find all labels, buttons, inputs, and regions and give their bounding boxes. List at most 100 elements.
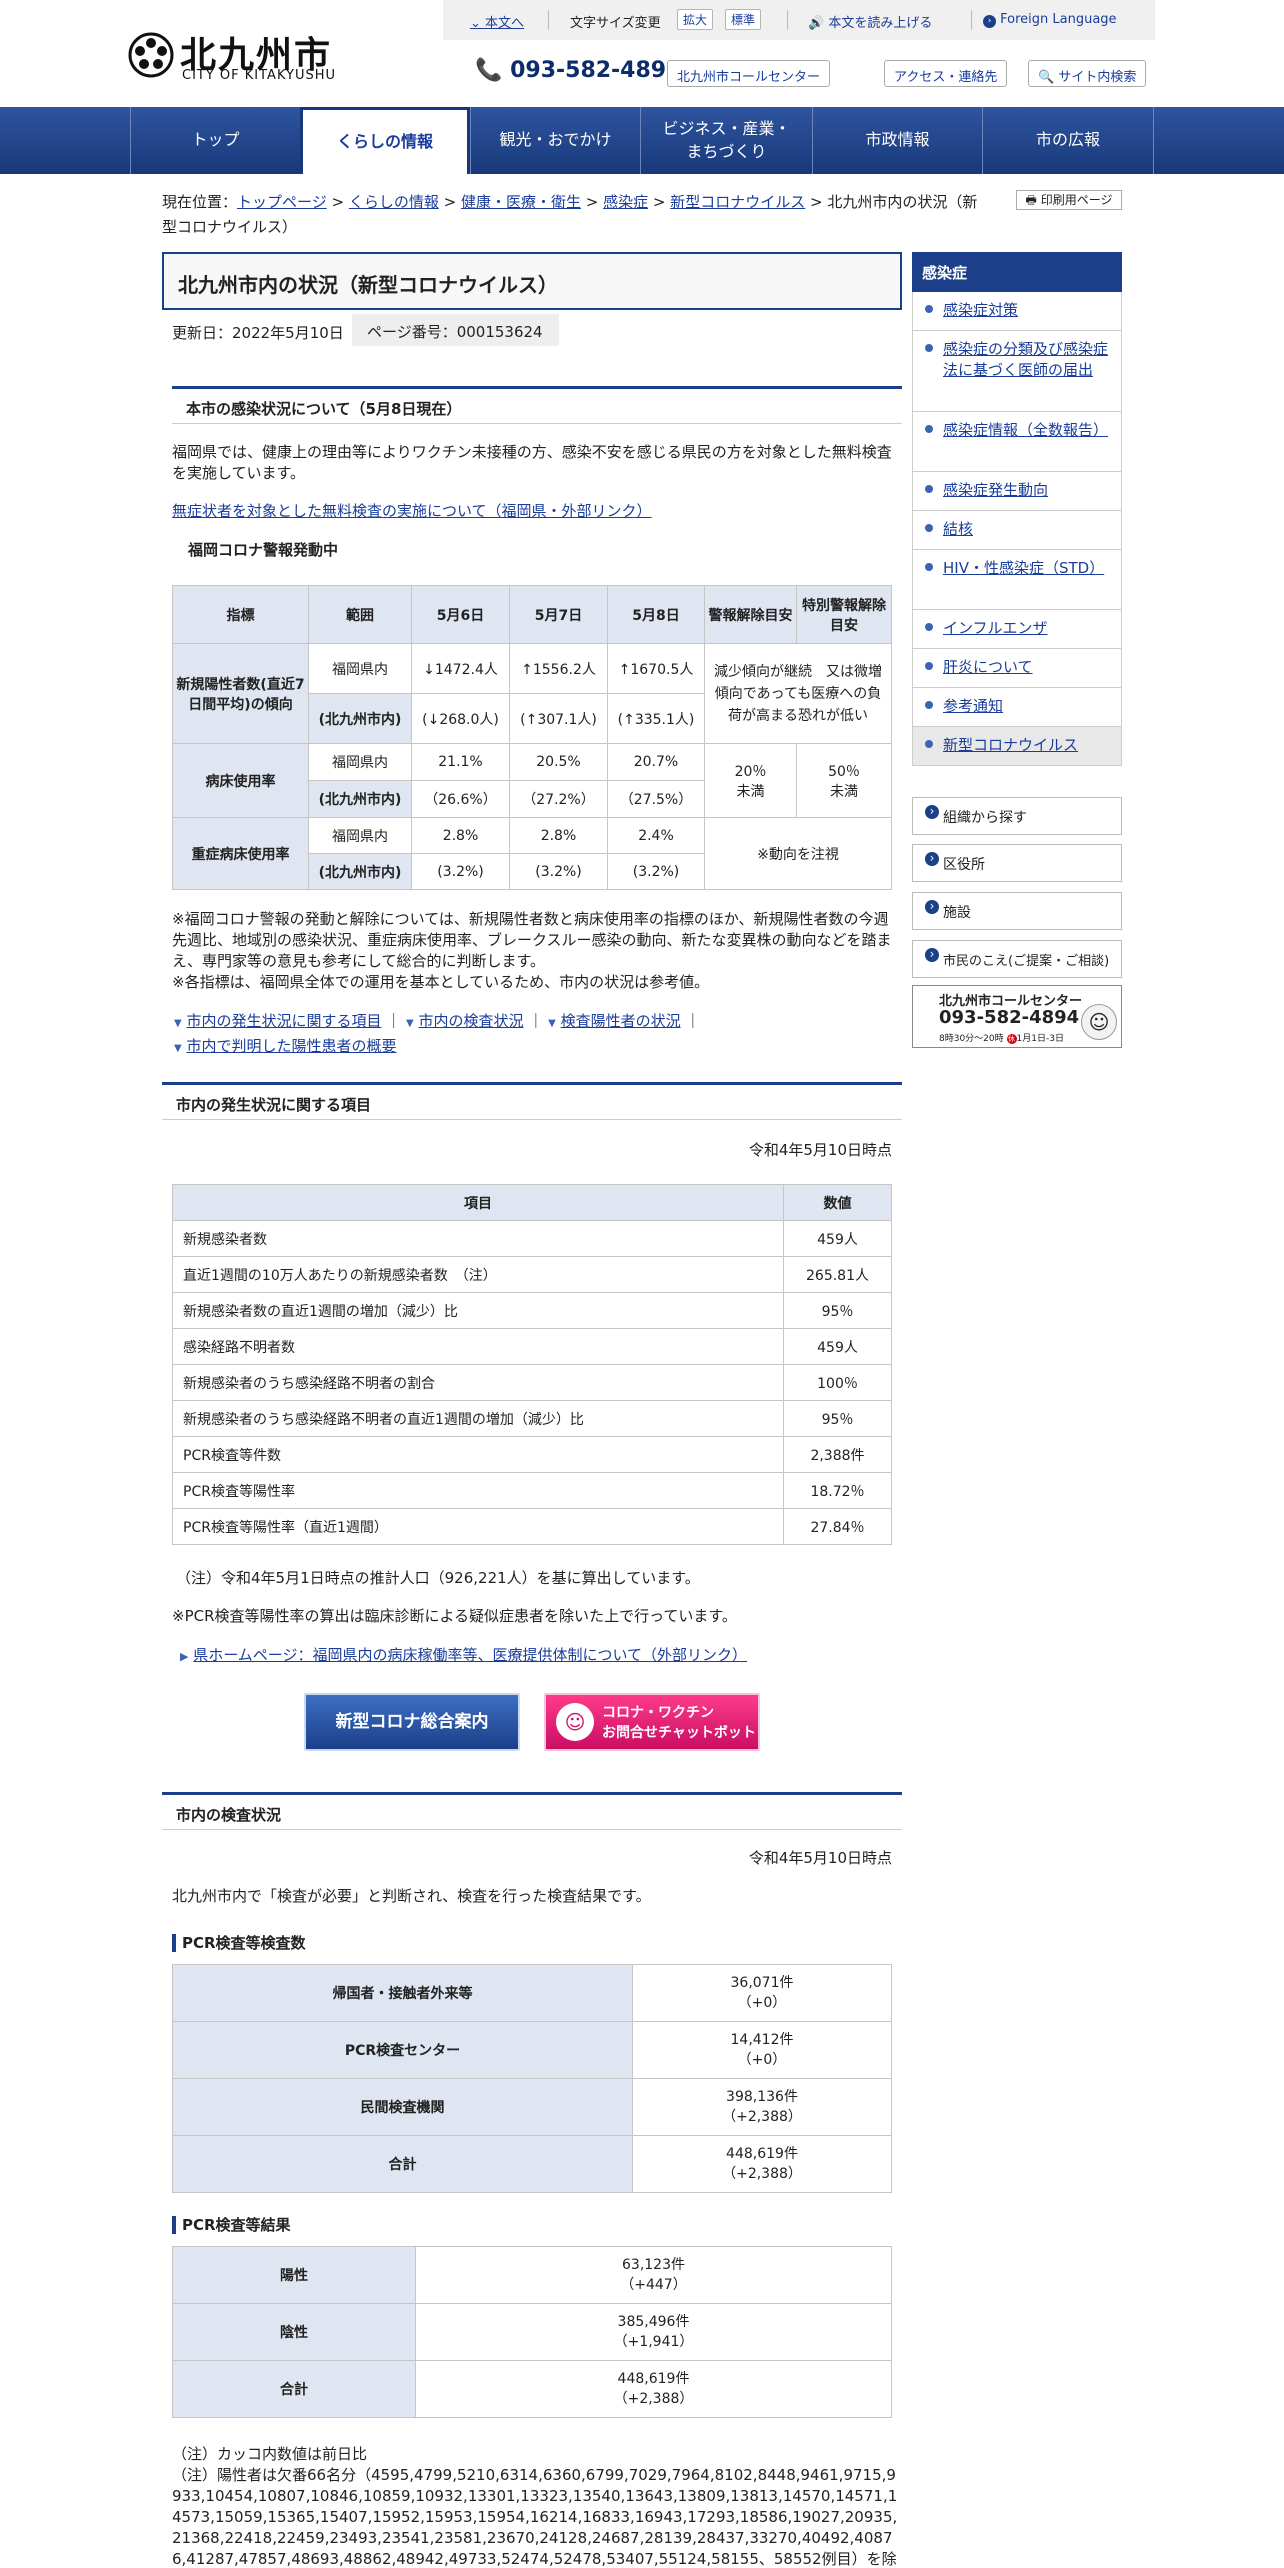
site-logo[interactable]: 北九州市 CITY OF KITAKYUSHU <box>128 28 358 88</box>
chatbot-line1: コロナ・ワクチン <box>602 1705 714 1721</box>
anchor-link[interactable]: 市内の検査状況 <box>419 1012 524 1030</box>
table-row: 合計 448,619件 （+2,388） <box>172 2135 892 2193</box>
cell: 2.4% <box>607 817 705 854</box>
result-diff: （+1,941） <box>613 2334 694 2350</box>
pref-bed-link[interactable]: 県ホームページ：福岡県内の病床稼働率等、医療提供体制について（外部リンク） <box>193 1646 747 1664</box>
pcr-count-heading: PCR検査等検査数 <box>172 1934 306 1952</box>
updated-date: 更新日：2022年5月10日 <box>172 324 344 342</box>
cell: （27.2%） <box>509 780 608 818</box>
sidebar-item-label: 感染症の分類及び感染症法に基づく医師の届出 <box>943 340 1109 379</box>
search-by-organization-button[interactable]: 組織から探す <box>912 797 1122 835</box>
font-standard-button[interactable]: 標準 <box>725 9 762 30</box>
row-subheader: (北九州市内) <box>308 693 412 744</box>
breadcrumb-link[interactable]: 感染症 <box>603 193 648 211</box>
th: 5月8日 <box>607 585 705 644</box>
sidebar-item-infection-control[interactable]: 感染症対策 <box>912 292 1122 331</box>
nav-tourism[interactable]: 観光・おでかけ <box>470 107 640 174</box>
foreign-language-link[interactable]: › Foreign Language <box>983 12 1117 28</box>
table-row: 新規感染者数の直近1週間の増加（減少）比 95％ <box>172 1292 892 1329</box>
chevron-down-icon: ⌄ <box>470 16 486 31</box>
vaccine-chatbot-banner[interactable]: ☺ コロナ・ワクチン お問合せチャットボット <box>544 1693 760 1751</box>
arrow-right-icon: ▶ <box>180 1650 189 1663</box>
free-test-link[interactable]: 無症状者を対象とした無料検査の実施について（福岡県・外部リンク） <box>172 501 652 522</box>
sidebar-item-notices[interactable]: 参考通知 <box>912 688 1122 727</box>
read-aloud-label: 本文を読み上げる <box>828 16 933 31</box>
font-enlarge-button[interactable]: 拡大 <box>677 9 714 30</box>
nav-business[interactable]: ビジネス・産業・ まちづくり <box>640 107 812 174</box>
cell: 14,412件 （+0） <box>632 2021 892 2079</box>
nav-living-info[interactable]: くらしの情報 <box>300 107 470 174</box>
table-row: 帰国者・接触者外来等 36,071件 （+0） <box>172 1964 892 2022</box>
ward-office-button[interactable]: 区役所 <box>912 844 1122 882</box>
cell: PCR検査等陽性率 <box>172 1472 784 1509</box>
sidebar-item-tuberculosis[interactable]: 結核 <box>912 511 1122 550</box>
sidebar-item-covid[interactable]: 新型コロナウイルス <box>912 727 1122 766</box>
anchor-link[interactable]: 検査陽性者の状況 <box>561 1012 681 1030</box>
cell: 20.7% <box>607 743 705 781</box>
cell: 265.81人 <box>783 1256 892 1293</box>
row-header: 民間検査機関 <box>172 2078 633 2136</box>
print-label: 印刷用ページ <box>1040 193 1113 207</box>
cell: 95％ <box>783 1292 892 1329</box>
anchor-link[interactable]: 市内で判明した陽性患者の概要 <box>186 1037 396 1055</box>
alert-status: 福岡コロナ警報発動中 <box>188 541 339 559</box>
alert-notes: ※福岡コロナ警報の発動と解除については、新規陽性者数と病床使用率の指標のほか、新… <box>172 910 892 991</box>
breadcrumb-link[interactable]: くらしの情報 <box>349 193 439 211</box>
skip-to-content-link[interactable]: ⌄ 本文へ <box>470 12 524 31</box>
print-page-button[interactable]: 🖶 印刷用ページ <box>1016 190 1122 210</box>
search-icon: 🔍 <box>1038 70 1055 85</box>
nav-city-pr[interactable]: 市の広報 <box>982 107 1154 174</box>
covid-guide-banner[interactable]: 新型コロナ総合案内 <box>304 1693 520 1751</box>
cell: ↓1472.4人 <box>411 643 510 694</box>
sidebar-item-label: 新型コロナウイルス <box>943 736 1079 754</box>
cell: 398,136件 （+2,388） <box>632 2078 892 2136</box>
table-row: 直近1週間の10万人あたりの新規感染者数 （注） 265.81人 <box>172 1256 892 1293</box>
cell: (↑335.1人) <box>607 693 705 744</box>
breadcrumb-link[interactable]: 新型コロナウイルス <box>670 193 805 211</box>
th: 5月7日 <box>509 585 608 644</box>
citizen-voice-button[interactable]: 市民のこえ(ご提案・ご相談) <box>912 940 1122 978</box>
sidebar-item-influenza[interactable]: インフルエンザ <box>912 610 1122 649</box>
read-aloud-link[interactable]: 🔊 本文を読み上げる <box>808 12 932 31</box>
sidebar-item-hepatitis[interactable]: 肝炎について <box>912 649 1122 688</box>
caret-down-icon: ▼ <box>548 1018 556 1029</box>
sidebar-item-label: 結核 <box>943 520 974 538</box>
facilities-button[interactable]: 施設 <box>912 892 1122 930</box>
breadcrumb-link[interactable]: 健康・医療・衛生 <box>461 193 581 211</box>
count-diff: （+0） <box>737 1995 787 2011</box>
sidebar-item-trends[interactable]: 感染症発生動向 <box>912 472 1122 511</box>
phone-number: 📞 093-582-4894 <box>475 58 681 83</box>
speaker-icon: 🔊 <box>808 16 829 31</box>
row-subheader: (北九州市内) <box>308 853 412 890</box>
alert-table: 指標 範囲 5月6日 5月7日 5月8日 警報解除目安 特別警報解除目安 新規陽… <box>172 585 892 890</box>
breadcrumb-link[interactable]: トップページ <box>237 193 327 211</box>
sidebar-item-hiv-std[interactable]: HIV・性感染症（STD） <box>912 550 1122 610</box>
cell: （27.5%） <box>607 780 705 818</box>
sidebar-item-classification[interactable]: 感染症の分類及び感染症法に基づく医師の届出 <box>912 331 1122 412</box>
font-size-label: 文字サイズ変更 <box>570 16 661 31</box>
city-emblem-icon <box>128 32 174 78</box>
call-center-banner[interactable]: 北九州市コールセンター 093-582-4894 8時30分～20時 休 1月1日… <box>912 985 1122 1048</box>
anchor-link[interactable]: 市内の発生状況に関する項目 <box>186 1012 381 1030</box>
section-heading-infection: 本市の感染状況について（5月8日現在） <box>172 386 902 424</box>
sidebar-item-infection-info[interactable]: 感染症情報（全数報告） <box>912 412 1122 472</box>
site-search-button[interactable]: 🔍 サイト内検索 <box>1028 60 1147 87</box>
table-row: 感染経路不明者数 459人 <box>172 1328 892 1365</box>
pcr-result-heading: PCR検査等結果 <box>172 2216 291 2234</box>
access-button[interactable]: アクセス・連絡先 <box>884 60 1008 87</box>
anchor-links: ▼ 市内の発生状況に関する項目 ｜ ▼ 市内の検査状況 ｜ ▼ 検査陽性者の状況… <box>174 1012 701 1055</box>
nav-city-info[interactable]: 市政情報 <box>812 107 982 174</box>
utility-bar: ⌄ 本文へ 文字サイズ変更 拡大 標準 🔊 本文を読み上げる › Foreign… <box>443 0 1155 40</box>
cell: 2.8% <box>509 817 608 854</box>
cell: 459人 <box>783 1220 892 1257</box>
result-value: 63,123件 <box>622 2257 685 2273</box>
divider <box>787 10 788 30</box>
cell: 20.5% <box>509 743 608 781</box>
divider <box>548 10 549 30</box>
section-heading-testing: 市内の検査状況 <box>162 1792 902 1830</box>
footnote: （注）令和4年5月1日時点の推計人口（926,221人）を基に算出しています。 <box>176 1569 700 1587</box>
cell: 448,619件 （+2,388） <box>415 2360 892 2418</box>
nav-top[interactable]: トップ <box>130 107 300 174</box>
call-center-button[interactable]: 北九州市コールセンター <box>667 60 831 87</box>
mask-icon: ☺ <box>556 1703 594 1741</box>
